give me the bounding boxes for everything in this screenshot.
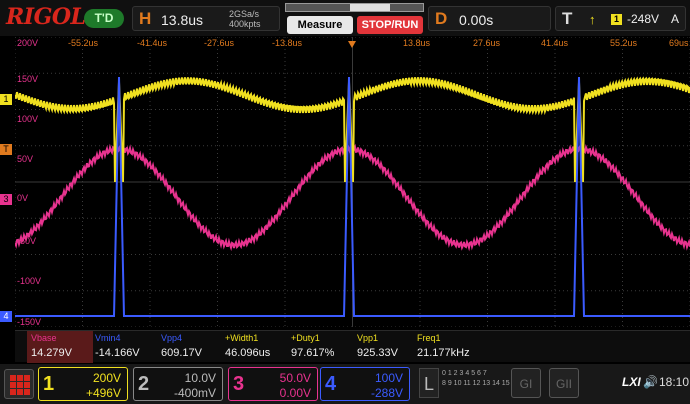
delay-value: 0.00s [459,12,494,28]
voltage-tick-label: 100V [17,114,39,124]
memory-depth: 400kpts [229,19,261,29]
channel-scale: 10.0V [184,371,216,385]
channel-control-bar: 1 200V +496V 2 10.0V -400mV 3 50.0V 0.00V 4 100V -2… [0,364,690,404]
trigger-mode: A [671,12,680,26]
channel-number: 3 [233,373,245,395]
measurement-item[interactable]: Vbase 14.279V [27,331,93,363]
channel-number: 2 [138,373,150,395]
channel-1-box[interactable]: 1 200V +496V [38,367,128,401]
speaker-icon[interactable]: 🔊 [643,375,658,389]
voltage-tick-label: 0V [17,193,29,203]
ch3-offset-marker[interactable]: 3 [0,194,12,205]
horizontal-settings[interactable]: H 13.8us 2GSa/s 400kpts [132,6,280,31]
voltage-tick-label: 200V [17,38,39,48]
measurement-item[interactable]: Vmin4 -14.166V [91,331,157,363]
measurement-label: Vmin4 [95,333,121,343]
acquisition-memory-meter [285,3,424,12]
voltage-tick-label: -50V [17,236,37,246]
measurement-value: 21.177kHz [417,347,470,359]
rising-edge-icon: ↑ [589,12,596,27]
channel-scale: 100V [374,371,403,385]
channel-2-box[interactable]: 2 10.0V -400mV [133,367,223,401]
trigger-letter: T [562,9,573,28]
measurement-value: 609.17V [161,347,202,359]
channel-offset: -400mV [173,386,216,400]
voltage-tick-label: 150V [17,74,39,84]
measure-button[interactable]: Measure [287,16,353,34]
logic-row-low: 0 1 2 3 4 5 6 7 [442,370,487,377]
trigger-position-marker [348,41,356,48]
time-tick-label: 69us [669,38,689,48]
generator-2-button[interactable]: GII [549,368,579,398]
channel-4-box[interactable]: 4 100V -288V [320,367,410,401]
ch4-offset-marker[interactable]: 4 [0,311,12,322]
lxi-icon: LXI [622,375,641,389]
trigger-source-badge: 1 [611,14,622,25]
channel-scale: 50.0V [279,371,311,385]
measurement-value: 46.096us [225,347,271,359]
time-tick-label: 27.6us [473,38,501,48]
measurement-label: Vpp1 [357,333,379,343]
timebase-value: 13.8us [161,12,204,28]
measurement-value: 925.33V [357,347,398,359]
trigger-status-badge: T'D [84,9,124,28]
acquisition-window-fill [350,4,391,11]
stop-run-button[interactable]: STOP/RUN [357,16,423,34]
logic-row-high: 8 9 10 11 12 13 14 15 [442,380,510,387]
sample-rate: 2GSa/s [229,9,260,19]
measurement-value: 14.279V [31,347,72,359]
channel-scale: 200V [92,371,121,385]
time-tick-label: -13.8us [272,38,303,48]
channel-number: 1 [43,373,55,395]
waveform-display[interactable] [15,37,690,327]
channel-3-box[interactable]: 3 50.0V 0.00V [228,367,318,401]
time-tick-label: -55.2us [68,38,99,48]
logic-channel-grid: 0 1 2 3 4 5 6 7 8 9 10 11 12 13 14 15 [442,369,510,389]
measurement-value: -14.166V [95,347,140,359]
measurement-bar: Vbase 14.279V Vmin4 -14.166V Vpp4 609.17V +Wid… [15,330,690,363]
clock: 18:10 [659,375,690,389]
measurement-label: +Duty1 [291,333,320,343]
measurement-label: Vpp4 [161,333,183,343]
measurement-item[interactable]: Vpp4 609.17V [157,331,223,363]
generator-1-button[interactable]: GI [511,368,541,398]
measurement-label: Freq1 [417,333,441,343]
measurement-item[interactable]: +Width1 46.096us [221,331,287,363]
time-tick-label: 55.2us [610,38,638,48]
voltage-tick-label: 50V [17,154,34,164]
measurement-label: +Width1 [225,333,259,343]
brand-logo: RIGOL [6,4,86,30]
trigger-settings[interactable]: T ↑ 1 -248V A [555,6,686,31]
trigger-level-marker[interactable]: T [0,144,12,155]
measurement-item[interactable]: Vpp1 925.33V [353,331,419,363]
delay-settings[interactable]: D 0.00s [428,6,551,31]
channel-number: 4 [325,373,337,395]
logic-analyzer-button[interactable]: L [419,368,439,398]
measurement-item[interactable]: +Duty1 97.617% [287,331,353,363]
ch1-offset-marker[interactable]: 1 [0,94,12,105]
time-tick-label: -27.6us [204,38,235,48]
main-menu-button[interactable] [4,369,34,399]
measurement-item[interactable]: Freq1 21.177kHz [413,331,479,363]
trigger-level: -248V [627,12,660,26]
horizontal-letter: H [139,9,152,28]
voltage-tick-label: -100V [17,276,42,286]
channel-offset: -288V [370,386,403,400]
time-tick-label: 41.4us [541,38,569,48]
delay-letter: D [435,9,448,28]
channel-offset: +496V [85,386,121,400]
measurement-value: 97.617% [291,347,335,359]
channel-offset: 0.00V [279,386,311,400]
measurement-label: Vbase [31,333,57,343]
top-status-bar: RIGOL T'D H 13.8us 2GSa/s 400kpts Measur… [0,0,690,36]
time-tick-label: -41.4us [137,38,168,48]
voltage-tick-label: -150V [17,317,42,327]
time-tick-label: 13.8us [403,38,431,48]
